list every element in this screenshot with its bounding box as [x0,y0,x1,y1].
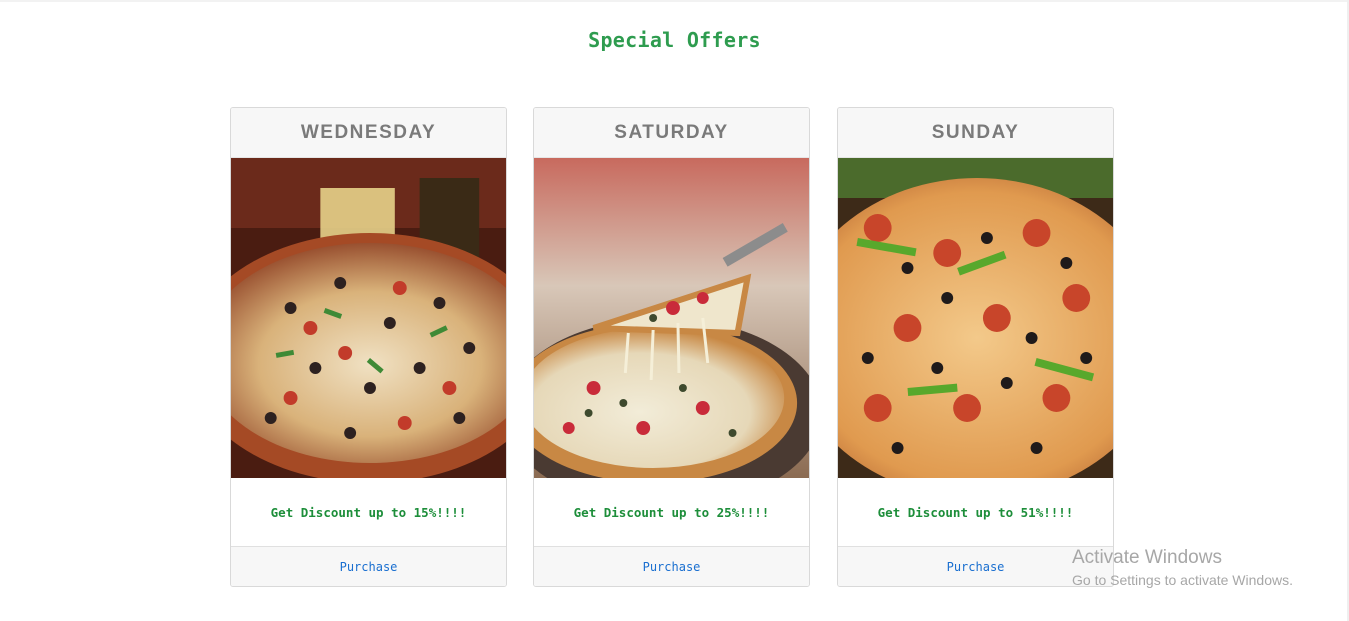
card-footer: Purchase [231,546,506,586]
purchase-link[interactable]: Purchase [643,560,701,574]
watermark-subtitle: Go to Settings to activate Windows. [1072,572,1293,588]
discount-text: Get Discount up to 25%!!!! [573,505,770,520]
purchase-link[interactable]: Purchase [947,560,1005,574]
offer-day-label: SUNDAY [838,108,1113,158]
offer-day-label: WEDNESDAY [231,108,506,158]
pizza-image [231,158,506,478]
pizza-image [534,158,809,478]
offer-day-label: SATURDAY [534,108,809,158]
top-divider [0,0,1349,2]
discount-text: Get Discount up to 51%!!!! [877,505,1074,520]
offer-card-saturday: SATURDAY Get Discount up to 25%!!!! Purc… [533,107,810,587]
pizza-image [838,158,1113,478]
windows-activation-watermark: Activate Windows Go to Settings to activ… [1072,546,1293,589]
purchase-link[interactable]: Purchase [340,560,398,574]
discount-text: Get Discount up to 15%!!!! [270,505,467,520]
watermark-title: Activate Windows [1072,547,1222,568]
card-footer: Purchase [534,546,809,586]
offer-card-wednesday: WEDNESDAY Get Discount up to 15%!!!! Pur… [230,107,507,587]
offer-card-sunday: SUNDAY Get Discount up to 51%!!!! Purcha… [837,107,1114,587]
page-title: Special Offers [588,28,761,52]
